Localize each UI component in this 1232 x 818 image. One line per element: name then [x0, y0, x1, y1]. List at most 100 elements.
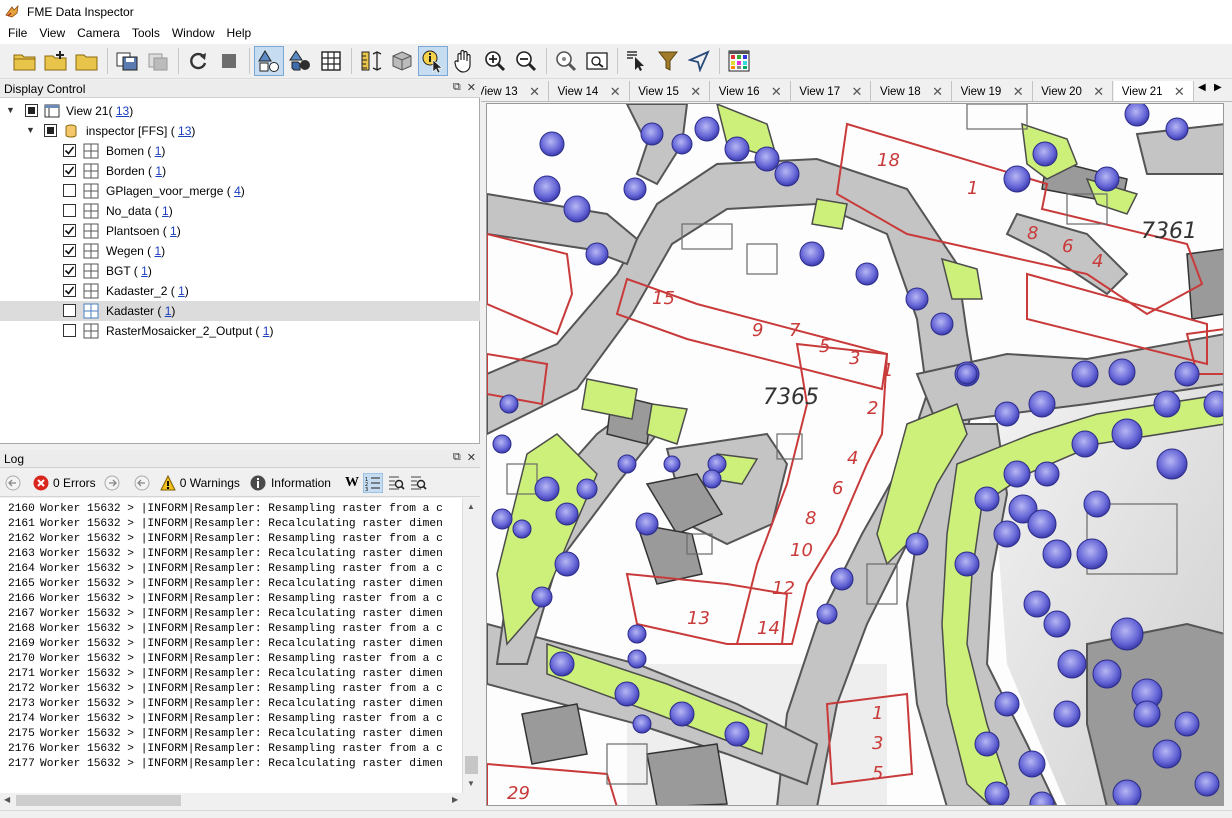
view-tab[interactable]: View 15 ✕	[630, 81, 711, 101]
layer-checkbox[interactable]	[63, 284, 76, 297]
find-icon[interactable]	[387, 474, 405, 492]
tab-scroll-left-icon[interactable]: ◀	[1198, 82, 1206, 93]
zoom-in-icon[interactable]	[480, 46, 510, 76]
warnings-filter[interactable]: 0 Warnings	[180, 476, 240, 490]
cube-icon[interactable]	[387, 46, 417, 76]
close-tab-icon[interactable]: ✕	[1093, 84, 1104, 100]
line-numbers-icon[interactable]: 123	[362, 472, 383, 493]
scroll-left-icon[interactable]: ◀	[4, 795, 10, 804]
view-count-link[interactable]: 13	[116, 104, 129, 118]
tree-view-row[interactable]: ▼ View 21( 13)	[0, 101, 480, 121]
inspect-pointer-icon[interactable]	[418, 46, 448, 76]
view-tab[interactable]: View 21 ✕	[1113, 81, 1194, 101]
save-view-icon[interactable]	[112, 46, 142, 76]
color-grid-icon[interactable]	[724, 46, 754, 76]
menu-view[interactable]: View	[33, 23, 71, 44]
view-tab[interactable]: View 17 ✕	[791, 81, 872, 101]
prev-warning-icon[interactable]	[134, 475, 150, 491]
close-tab-icon[interactable]: ✕	[610, 84, 621, 100]
close-icon[interactable]: ✕	[467, 451, 476, 464]
layer-row[interactable]: Borden ( 1)	[0, 161, 480, 181]
close-tab-icon[interactable]: ✕	[851, 84, 862, 100]
menu-camera[interactable]: Camera	[71, 23, 126, 44]
close-icon[interactable]: ✕	[467, 81, 476, 94]
layer-checkbox[interactable]	[63, 224, 76, 237]
close-tab-icon[interactable]: ✕	[1013, 84, 1024, 100]
table-icon[interactable]	[316, 46, 346, 76]
close-tab-icon[interactable]: ✕	[1174, 84, 1185, 100]
zoom-search-icon[interactable]	[551, 46, 581, 76]
float-icon[interactable]: ⧉	[453, 451, 461, 464]
dataset-checkbox[interactable]	[44, 124, 57, 137]
close-tab-icon[interactable]: ✕	[529, 84, 540, 100]
layer-checkbox[interactable]	[63, 264, 76, 277]
save-disabled-icon[interactable]	[143, 46, 173, 76]
layer-checkbox[interactable]	[63, 164, 76, 177]
log-horizontal-scrollbar[interactable]: ◀ ▶	[0, 793, 480, 808]
layer-row[interactable]: Plantsoen ( 1)	[0, 221, 480, 241]
zoom-out-icon[interactable]	[511, 46, 541, 76]
tab-scroll-right-icon[interactable]: ▶	[1214, 82, 1222, 93]
layer-count-link[interactable]: 1	[155, 144, 162, 158]
menu-window[interactable]: Window	[166, 23, 221, 44]
zoom-extent-icon[interactable]	[582, 46, 612, 76]
menu-tools[interactable]: Tools	[126, 23, 166, 44]
view-tab[interactable]: View 13 ✕	[481, 81, 549, 101]
layer-row[interactable]: GPlagen_voor_merge ( 4)	[0, 181, 480, 201]
scroll-up-icon[interactable]: ▲	[467, 502, 475, 511]
errors-filter[interactable]: 0 Errors	[53, 476, 96, 490]
prev-error-icon[interactable]	[5, 475, 21, 491]
open-folder-icon[interactable]	[10, 46, 40, 76]
find-next-icon[interactable]	[409, 474, 427, 492]
layer-count-link[interactable]: 1	[178, 284, 185, 298]
float-icon[interactable]: ⧉	[453, 81, 461, 94]
layer-checkbox[interactable]	[63, 244, 76, 257]
map-canvas[interactable]: 7365 7361 15 9 7 5 3 1 18 1 8 6 4 2 4 6 …	[486, 103, 1224, 806]
view-tab[interactable]: View 18 ✕	[872, 81, 952, 101]
folder-icon[interactable]	[72, 46, 102, 76]
collapse-arrow-icon[interactable]: ▼	[6, 105, 15, 115]
view-tab[interactable]: View 16 ✕	[711, 81, 791, 101]
layer-count-link[interactable]: 1	[170, 224, 177, 238]
select-pointer-icon[interactable]	[622, 46, 652, 76]
layer-row[interactable]: Bomen ( 1)	[0, 141, 480, 161]
menu-file[interactable]: File	[2, 23, 33, 44]
scroll-thumb[interactable]	[465, 756, 478, 774]
layer-row[interactable]: Wegen ( 1)	[0, 241, 480, 261]
shapes-icon[interactable]	[254, 46, 284, 76]
layer-row[interactable]: RasterMosaicker_2_Output ( 1)	[0, 321, 480, 341]
layer-row[interactable]: Kadaster_2 ( 1)	[0, 281, 480, 301]
map-view[interactable]: 7365 7361 15 9 7 5 3 1 18 1 8 6 4 2 4 6 …	[487, 104, 1224, 806]
add-folder-icon[interactable]	[41, 46, 71, 76]
pan-hand-icon[interactable]	[449, 46, 479, 76]
menu-help[interactable]: Help	[221, 23, 258, 44]
stop-icon[interactable]	[214, 46, 244, 76]
navigate-icon[interactable]	[684, 46, 714, 76]
tree-dataset-row[interactable]: ▼ inspector [FFS] ( 13)	[0, 121, 480, 141]
layer-count-link[interactable]: 1	[155, 164, 162, 178]
log-vertical-scrollbar[interactable]: ▲ ▼	[462, 498, 480, 793]
view-tab[interactable]: View 20 ✕	[1033, 81, 1114, 101]
layer-checkbox[interactable]	[63, 324, 76, 337]
refresh-icon[interactable]	[183, 46, 213, 76]
scroll-right-icon[interactable]: ▶	[452, 795, 458, 804]
layer-count-link[interactable]: 4	[234, 184, 241, 198]
layer-count-link[interactable]: 1	[141, 264, 148, 278]
view-tab[interactable]: View 19 ✕	[953, 81, 1033, 101]
close-tab-icon[interactable]: ✕	[690, 84, 701, 100]
layer-count-link[interactable]: 1	[154, 244, 161, 258]
measure-icon[interactable]	[356, 46, 386, 76]
next-error-icon[interactable]	[104, 475, 120, 491]
3d-shapes-icon[interactable]	[285, 46, 315, 76]
close-tab-icon[interactable]: ✕	[771, 84, 782, 100]
scroll-down-icon[interactable]: ▼	[467, 779, 475, 788]
layer-checkbox[interactable]	[63, 144, 76, 157]
layer-row[interactable]: Kadaster ( 1)	[0, 301, 480, 321]
collapse-arrow-icon[interactable]: ▼	[26, 125, 35, 135]
layer-count-link[interactable]: 1	[263, 324, 270, 338]
close-tab-icon[interactable]: ✕	[932, 84, 943, 100]
view-tab[interactable]: View 14 ✕	[550, 81, 630, 101]
view-checkbox[interactable]	[25, 104, 38, 117]
layer-row[interactable]: BGT ( 1)	[0, 261, 480, 281]
layer-count-link[interactable]: 1	[165, 304, 172, 318]
